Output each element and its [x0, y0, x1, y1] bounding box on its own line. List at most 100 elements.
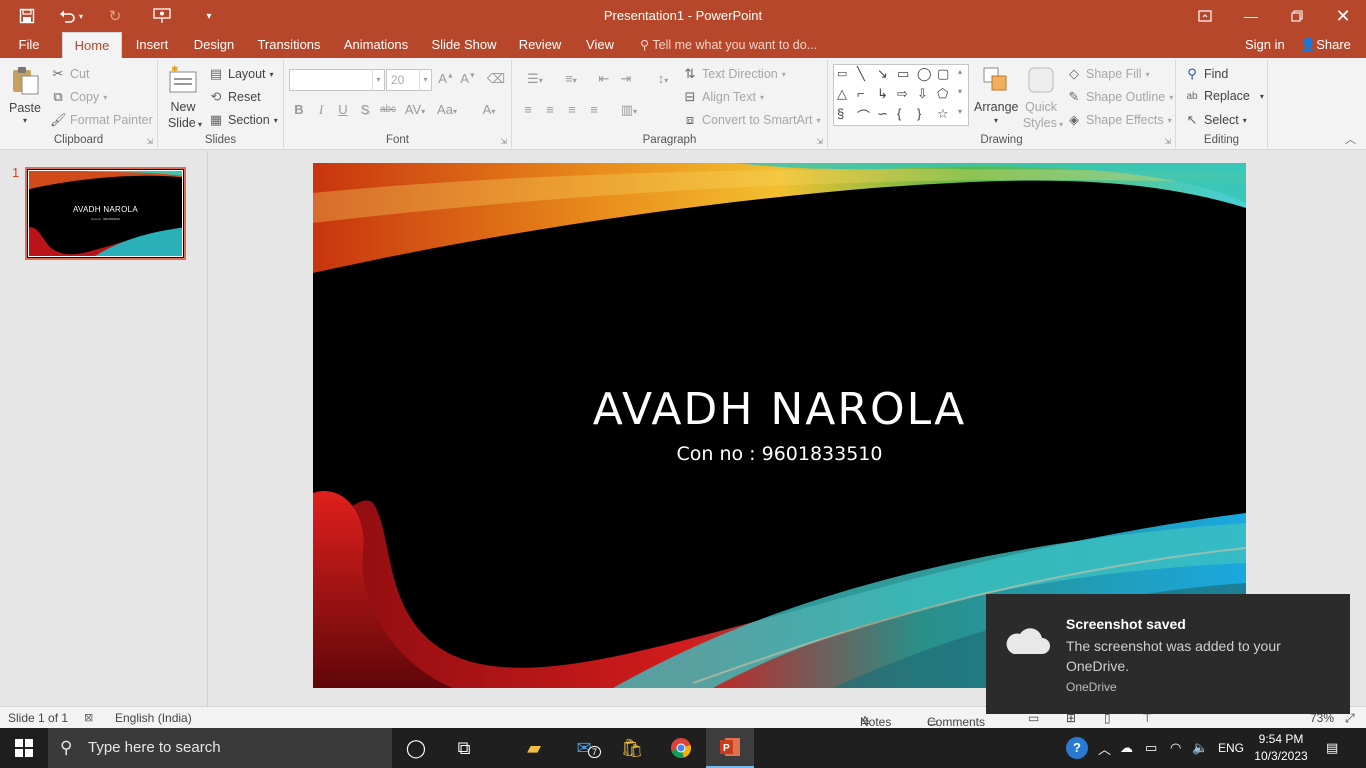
- layout-button[interactable]: ▤ Layout ▾: [208, 66, 274, 82]
- show-hidden-icons-icon[interactable]: ︿: [1098, 728, 1111, 768]
- chrome-icon[interactable]: [657, 728, 705, 768]
- gallery-scroll-up-icon[interactable]: ▴: [958, 67, 962, 76]
- textbox-shape-icon[interactable]: ▭: [837, 67, 847, 80]
- numbering-icon[interactable]: ≡▾: [554, 71, 588, 86]
- slide-subtitle-text[interactable]: Con no : 9601833510: [313, 443, 1246, 465]
- paragraph-launcher-icon[interactable]: ⇲: [816, 137, 823, 146]
- redo-icon[interactable]: ↻: [96, 0, 134, 32]
- font-name-combo[interactable]: ▾: [289, 69, 385, 91]
- store-icon[interactable]: 🛍: [608, 728, 656, 768]
- tab-transitions[interactable]: Transitions: [252, 32, 326, 58]
- decrease-font-icon[interactable]: A▼: [458, 71, 478, 86]
- gallery-scroll-down-icon[interactable]: ▾: [958, 87, 962, 96]
- curve-shape-icon[interactable]: ∽: [877, 106, 888, 122]
- justify-icon[interactable]: ≡: [584, 102, 604, 117]
- bullets-icon[interactable]: ☰▾: [518, 71, 552, 87]
- font-color-button[interactable]: A▾: [476, 102, 502, 117]
- minimize-icon[interactable]: —: [1228, 0, 1274, 32]
- battery-icon[interactable]: ▭: [1145, 728, 1157, 768]
- columns-icon[interactable]: ▥▾: [614, 102, 644, 118]
- oval-shape-icon[interactable]: ◯: [917, 66, 932, 82]
- ribbon-display-options-icon[interactable]: [1182, 0, 1228, 32]
- undo-icon[interactable]: ▾: [46, 0, 96, 32]
- paste-dropdown-icon[interactable]: ▾: [6, 116, 44, 125]
- help-icon[interactable]: ?: [1066, 728, 1088, 768]
- close-icon[interactable]: ✕: [1320, 0, 1366, 32]
- line-shape-icon[interactable]: ╲: [857, 66, 865, 82]
- clear-formatting-icon[interactable]: ⌫: [486, 71, 506, 87]
- tab-review[interactable]: Review: [512, 32, 568, 58]
- tab-design[interactable]: Design: [186, 32, 242, 58]
- sign-in-link[interactable]: Sign in: [1245, 32, 1285, 58]
- tab-slide-show[interactable]: Slide Show: [426, 32, 502, 58]
- format-painter-button[interactable]: 🖌 Format Painter: [50, 112, 153, 128]
- mail-icon[interactable]: ✉ 7: [560, 728, 608, 768]
- replace-button[interactable]: ab Replace ▾: [1184, 89, 1263, 103]
- start-slideshow-icon[interactable]: [134, 0, 190, 32]
- slide-title-text[interactable]: AVADH NAROLA: [313, 384, 1246, 435]
- shapes-gallery[interactable]: ▭ ╲ ↘ ▭ ◯ ▢ △ ⌐ ↳ ⇨ ⇩ ⬠ § ⌒ ∽ { } ☆ ▴ ▾ …: [833, 64, 969, 126]
- clipboard-launcher-icon[interactable]: ⇲: [146, 137, 153, 146]
- action-center-icon[interactable]: ▤: [1326, 728, 1338, 768]
- down-arrow-shape-icon[interactable]: ⇩: [917, 86, 928, 102]
- tab-file[interactable]: File: [6, 32, 52, 58]
- select-button[interactable]: ↖ Select ▾: [1184, 112, 1247, 128]
- shape-effects-button[interactable]: ◈ Shape Effects ▾: [1066, 112, 1172, 128]
- left-brace-shape-icon[interactable]: {: [897, 106, 901, 121]
- reset-button[interactable]: ⟲ Reset: [208, 89, 261, 105]
- line-spacing-icon[interactable]: ↕▾: [648, 71, 678, 86]
- convert-smartart-button[interactable]: ⧈ Convert to SmartArt ▾: [682, 112, 821, 128]
- elbow-connector-icon[interactable]: ⌐: [857, 86, 865, 101]
- right-brace-shape-icon[interactable]: }: [917, 106, 921, 121]
- onedrive-tray-icon[interactable]: ☁: [1120, 728, 1133, 768]
- section-button[interactable]: ▦ Section ▾: [208, 112, 278, 128]
- volume-icon[interactable]: 🔈: [1192, 728, 1208, 768]
- start-button[interactable]: [0, 728, 48, 768]
- bold-button[interactable]: B: [289, 102, 309, 117]
- tell-me-search[interactable]: ⚲ Tell me what you want to do...: [640, 32, 817, 58]
- tab-view[interactable]: View: [578, 32, 622, 58]
- task-view-icon[interactable]: ⧉: [440, 728, 488, 768]
- rectangle-shape-icon[interactable]: ▭: [897, 66, 909, 82]
- rounded-rect-shape-icon[interactable]: ▢: [937, 66, 949, 82]
- character-spacing-button[interactable]: AV▾: [400, 102, 430, 117]
- font-launcher-icon[interactable]: ⇲: [500, 137, 507, 146]
- increase-font-icon[interactable]: A▲: [436, 71, 456, 86]
- find-button[interactable]: ⚲ Find: [1184, 66, 1228, 82]
- collapse-ribbon-icon[interactable]: ︿: [1345, 131, 1356, 147]
- slide-count[interactable]: Slide 1 of 1: [8, 711, 68, 725]
- arrow-line-shape-icon[interactable]: ↘: [877, 66, 888, 82]
- cut-button[interactable]: ✂ Cut: [50, 66, 90, 82]
- decrease-indent-icon[interactable]: ⇤: [594, 71, 614, 87]
- change-case-button[interactable]: Aa▾: [432, 102, 462, 117]
- triangle-shape-icon[interactable]: △: [837, 86, 847, 102]
- tab-home[interactable]: Home: [62, 32, 122, 58]
- language-indicator[interactable]: English (India): [115, 711, 192, 725]
- align-text-button[interactable]: ⊟ Align Text ▾: [682, 89, 764, 105]
- drawing-launcher-icon[interactable]: ⇲: [1164, 137, 1171, 146]
- cortana-icon[interactable]: ◯: [392, 728, 440, 768]
- align-center-icon[interactable]: ≡: [540, 102, 560, 117]
- slide-thumbnail[interactable]: AVADH NAROLA Con no : 9601833510: [25, 167, 186, 260]
- quick-styles-button[interactable]: Quick Styles ▾: [1020, 64, 1063, 134]
- freeform-shape-icon[interactable]: ⬠: [937, 86, 948, 102]
- new-slide-button[interactable]: ✱ New Slide ▾: [164, 62, 202, 132]
- text-direction-button[interactable]: ⇅ Text Direction ▾: [682, 66, 786, 82]
- arc-shape-icon[interactable]: ⌒: [857, 106, 870, 125]
- customize-qat-icon[interactable]: ▾: [190, 0, 228, 32]
- font-size-combo[interactable]: 20 ▾: [386, 69, 432, 91]
- paste-button[interactable]: Paste ▾: [6, 64, 44, 130]
- tab-animations[interactable]: Animations: [336, 32, 416, 58]
- italic-button[interactable]: I: [311, 102, 331, 118]
- align-left-icon[interactable]: ≡: [518, 102, 538, 117]
- share-button[interactable]: 👤Share: [1300, 32, 1351, 58]
- spell-check-icon[interactable]: ⊠: [84, 711, 93, 724]
- file-explorer-icon[interactable]: ▰: [510, 728, 558, 768]
- star-shape-icon[interactable]: ☆: [937, 106, 949, 122]
- arrange-button[interactable]: Arrange ▾: [974, 64, 1018, 134]
- gallery-more-icon[interactable]: ▾: [958, 107, 962, 116]
- elbow-arrow-icon[interactable]: ↳: [877, 86, 888, 102]
- tab-insert[interactable]: Insert: [128, 32, 176, 58]
- copy-button[interactable]: ⧉ Copy ▾: [50, 89, 107, 105]
- increase-indent-icon[interactable]: ⇥: [616, 71, 636, 87]
